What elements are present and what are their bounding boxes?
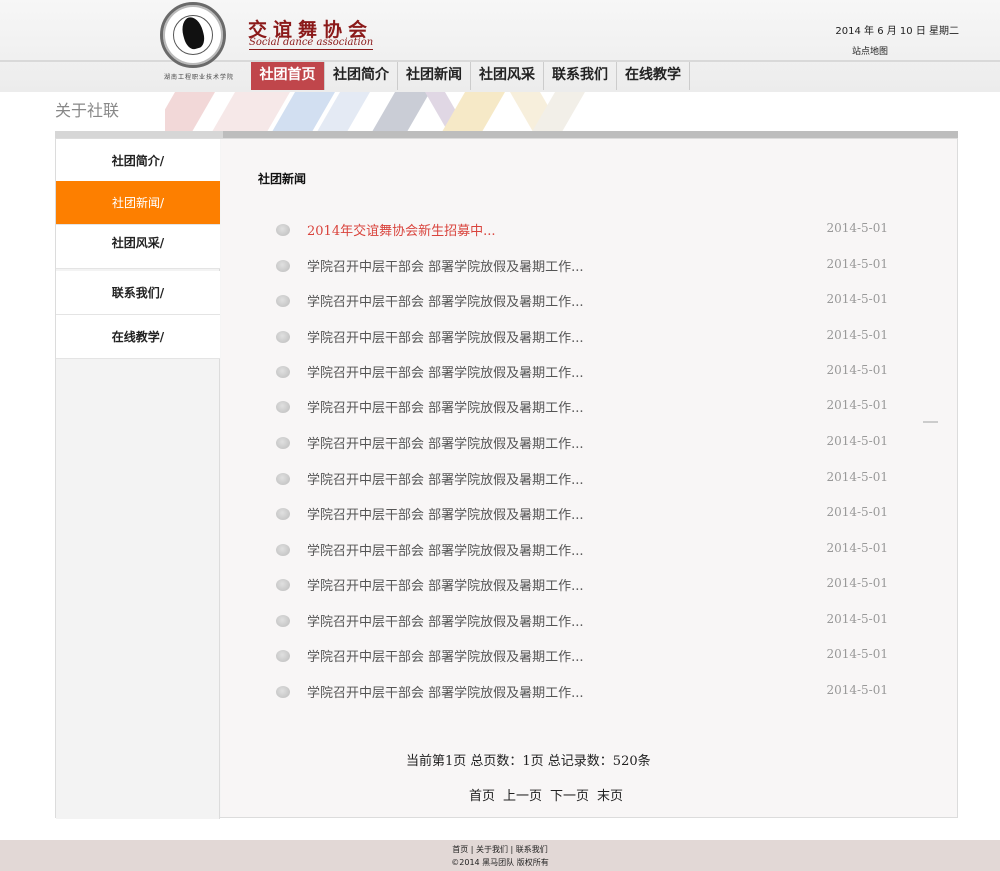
news-title[interactable]: 学院召开中层干部会 部署学院放假及暑期工作... — [307, 504, 584, 523]
news-item[interactable]: 学院召开中层干部会 部署学院放假及暑期工作... 2014-5-01 — [276, 360, 888, 382]
news-date: 2014-5-01 — [826, 505, 888, 519]
bullet-icon — [276, 260, 290, 272]
nav-item-contact[interactable]: 联系我们 — [544, 62, 617, 90]
news-item[interactable]: 2014年交谊舞协会新生招募中... 2014-5-01 — [276, 218, 888, 240]
pagination: 首页 上一页 下一页 末页 — [469, 785, 623, 804]
next-page-link[interactable]: 下一页 — [550, 785, 589, 804]
school-name: 湖南工程职业技术学院 — [164, 74, 235, 81]
bullet-icon — [276, 508, 290, 520]
news-item[interactable]: 学院召开中层干部会 部署学院放假及暑期工作... 2014-5-01 — [276, 609, 888, 631]
prev-page-link[interactable]: 上一页 — [503, 785, 542, 804]
news-date: 2014-5-01 — [826, 363, 888, 377]
news-title[interactable]: 学院召开中层干部会 部署学院放假及暑期工作... — [307, 327, 584, 346]
sidebar-item-teaching[interactable]: 在线教学/ — [56, 315, 220, 359]
news-date: 2014-5-01 — [826, 647, 888, 661]
news-date: 2014-5-01 — [826, 292, 888, 306]
news-title[interactable]: 学院召开中层干部会 部署学院放假及暑期工作... — [307, 256, 584, 275]
news-item[interactable]: 学院召开中层干部会 部署学院放假及暑期工作... 2014-5-01 — [276, 538, 888, 560]
news-item[interactable]: 学院召开中层干部会 部署学院放假及暑期工作... 2014-5-01 — [276, 680, 888, 702]
news-title[interactable]: 学院召开中层干部会 部署学院放假及暑期工作... — [307, 682, 584, 701]
association-emblem-logo[interactable] — [160, 2, 226, 68]
news-title[interactable]: 学院召开中层干部会 部署学院放假及暑期工作... — [307, 611, 584, 630]
banner-decoration — [55, 92, 958, 132]
footer-copyright: ©2014 黑马团队 版权所有 — [451, 858, 549, 867]
news-date: 2014-5-01 — [826, 398, 888, 412]
news-title[interactable]: 学院召开中层干部会 部署学院放假及暑期工作... — [307, 362, 584, 381]
news-title[interactable]: 学院召开中层干部会 部署学院放假及暑期工作... — [307, 397, 584, 416]
nav-item-intro[interactable]: 社团简介 — [325, 62, 398, 90]
news-title[interactable]: 学院召开中层干部会 部署学院放假及暑期工作... — [307, 540, 584, 559]
last-page-link[interactable]: 末页 — [597, 785, 623, 804]
news-item[interactable]: 学院召开中层干部会 部署学院放假及暑期工作... 2014-5-01 — [276, 254, 888, 276]
bullet-icon — [276, 401, 290, 413]
news-title[interactable]: 学院召开中层干部会 部署学院放假及暑期工作... — [307, 646, 584, 665]
news-item[interactable]: 学院召开中层干部会 部署学院放假及暑期工作... 2014-5-01 — [276, 502, 888, 524]
logo-title-en: Social dance association — [249, 37, 374, 50]
scroll-indicator[interactable] — [923, 421, 938, 423]
bullet-icon — [276, 224, 290, 236]
news-date: 2014-5-01 — [826, 328, 888, 342]
sidebar: 社团简介/ 社团新闻/ 社团风采/ 联系我们/ 在线教学/ — [56, 139, 220, 819]
news-title[interactable]: 学院召开中层干部会 部署学院放假及暑期工作... — [307, 291, 584, 310]
content-top-bar-dark — [223, 131, 958, 138]
news-date: 2014-5-01 — [826, 257, 888, 271]
footer-link-about[interactable]: 关于我们 — [476, 845, 508, 854]
bullet-icon — [276, 686, 290, 698]
bullet-icon — [276, 366, 290, 378]
nav-item-news[interactable]: 社团新闻 — [398, 62, 471, 90]
news-date: 2014-5-01 — [826, 576, 888, 590]
news-item[interactable]: 学院召开中层干部会 部署学院放假及暑期工作... 2014-5-01 — [276, 431, 888, 453]
sitemap-link[interactable]: 站点地图 — [852, 44, 888, 57]
sidebar-item-intro[interactable]: 社团简介/ — [56, 139, 220, 183]
news-title[interactable]: 学院召开中层干部会 部署学院放假及暑期工作... — [307, 575, 584, 594]
news-item[interactable]: 学院召开中层干部会 部署学院放假及暑期工作... 2014-5-01 — [276, 467, 888, 489]
news-date: 2014-5-01 — [826, 434, 888, 448]
news-item[interactable]: 学院召开中层干部会 部署学院放假及暑期工作... 2014-5-01 — [276, 325, 888, 347]
news-date: 2014-5-01 — [826, 221, 888, 235]
sidebar-item-gallery[interactable]: 社团风采/ — [56, 225, 220, 269]
nav-item-gallery[interactable]: 社团风采 — [471, 62, 544, 90]
footer-links: 首页 | 关于我们 | 联系我们 — [0, 844, 1000, 855]
sidebar-item-news[interactable]: 社团新闻/ — [56, 181, 220, 225]
section-title: 社团新闻 — [258, 172, 307, 186]
bullet-icon — [276, 650, 290, 662]
news-date: 2014-5-01 — [826, 612, 888, 626]
footer-link-home[interactable]: 首页 — [452, 845, 468, 854]
bullet-icon — [276, 331, 290, 343]
news-item[interactable]: 学院召开中层干部会 部署学院放假及暑期工作... 2014-5-01 — [276, 289, 888, 311]
bullet-icon — [276, 544, 290, 556]
first-page-link[interactable]: 首页 — [469, 785, 495, 804]
bullet-icon — [276, 295, 290, 307]
current-date: 2014 年 6 月 10 日 星期二 — [835, 26, 959, 37]
news-title[interactable]: 学院召开中层干部会 部署学院放假及暑期工作... — [307, 469, 584, 488]
news-date: 2014-5-01 — [826, 541, 888, 555]
news-title[interactable]: 2014年交谊舞协会新生招募中... — [307, 220, 495, 239]
news-item[interactable]: 学院召开中层干部会 部署学院放假及暑期工作... 2014-5-01 — [276, 644, 888, 666]
news-title[interactable]: 学院召开中层干部会 部署学院放假及暑期工作... — [307, 433, 584, 452]
banner-title: 关于社联 — [55, 101, 120, 120]
sidebar-item-contact[interactable]: 联系我们/ — [56, 271, 220, 315]
news-date: 2014-5-01 — [826, 470, 888, 484]
pagination-info: 当前第1页 总页数：1页 总记录数：520条 — [406, 754, 651, 769]
main-nav: 社团首页 社团简介 社团新闻 社团风采 联系我们 在线教学 — [251, 62, 690, 91]
bullet-icon — [276, 615, 290, 627]
nav-item-home[interactable]: 社团首页 — [251, 62, 325, 90]
bullet-icon — [276, 437, 290, 449]
bullet-icon — [276, 579, 290, 591]
bullet-icon — [276, 473, 290, 485]
news-date: 2014-5-01 — [826, 683, 888, 697]
news-item[interactable]: 学院召开中层干部会 部署学院放假及暑期工作... 2014-5-01 — [276, 395, 888, 417]
news-item[interactable]: 学院召开中层干部会 部署学院放假及暑期工作... 2014-5-01 — [276, 573, 888, 595]
content-top-bar — [55, 131, 958, 138]
nav-item-teaching[interactable]: 在线教学 — [617, 62, 690, 90]
footer-link-contact[interactable]: 联系我们 — [516, 845, 548, 854]
banner-stripes — [165, 92, 585, 132]
